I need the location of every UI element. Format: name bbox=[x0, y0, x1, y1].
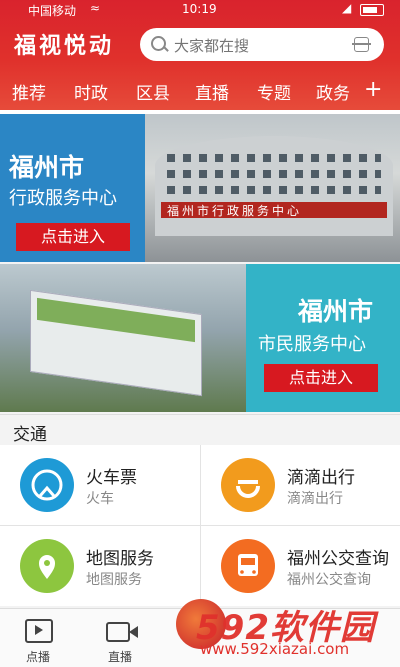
nav-label: 直播 bbox=[107, 650, 132, 664]
search-input[interactable] bbox=[172, 35, 346, 57]
service-didi[interactable]: 滴滴出行 滴滴出行 bbox=[201, 445, 400, 525]
add-channel-icon[interactable]: + bbox=[364, 77, 382, 102]
enter-button[interactable]: 点击进入 bbox=[16, 223, 130, 251]
tab-recommend[interactable]: 推荐 bbox=[12, 79, 46, 104]
tab-topics[interactable]: 专题 bbox=[257, 79, 291, 104]
section-header: 交通 bbox=[0, 414, 400, 445]
status-bar: 中国移动 ≈ 10:19 ◢ bbox=[0, 0, 400, 20]
service-title: 福州公交查询 bbox=[287, 549, 389, 569]
admin-center-photo: 福州市行政服务中心 bbox=[145, 114, 400, 262]
nav-live[interactable]: 直播 bbox=[90, 609, 150, 667]
video-camera-icon bbox=[106, 622, 138, 642]
wifi-icon: ≈ bbox=[90, 1, 101, 15]
service-subtitle: 地图服务 bbox=[86, 572, 142, 588]
banner-citizen-center[interactable]: 福州市 市民服务中心 点击进入 bbox=[0, 264, 400, 412]
service-subtitle: 福州公交查询 bbox=[287, 572, 371, 588]
search-bar[interactable] bbox=[140, 28, 384, 61]
tab-politics[interactable]: 时政 bbox=[74, 79, 108, 104]
service-train[interactable]: 火车票 火车 bbox=[0, 445, 199, 525]
service-subtitle: 滴滴出行 bbox=[287, 491, 343, 507]
tab-government[interactable]: 政务 bbox=[316, 79, 350, 104]
tab-districts[interactable]: 区县 bbox=[136, 79, 170, 104]
banner-admin-center[interactable]: 福州市 行政服务中心 点击进入 福州市行政服务中心 bbox=[0, 110, 400, 262]
grid-divider bbox=[200, 445, 201, 607]
banner-subtitle: 行政服务中心 bbox=[9, 188, 117, 209]
search-icon bbox=[151, 36, 166, 51]
nav-vod[interactable]: 点播 bbox=[8, 609, 68, 667]
app-logo: 福视悦动 bbox=[14, 33, 115, 59]
scan-icon[interactable] bbox=[352, 37, 371, 52]
banner-title: 福州市 bbox=[298, 297, 374, 326]
service-map[interactable]: 地图服务 地图服务 bbox=[0, 526, 199, 606]
section-title: 交通 bbox=[13, 425, 47, 445]
battery-icon bbox=[360, 4, 384, 16]
nav-label: 点播 bbox=[25, 650, 50, 664]
banner-subtitle: 市民服务中心 bbox=[258, 334, 366, 355]
service-title: 火车票 bbox=[86, 468, 137, 488]
banner-admin-panel: 福州市 行政服务中心 点击进入 bbox=[0, 114, 145, 262]
watermark-url: www.592xiazai.com bbox=[200, 640, 350, 658]
grid-divider bbox=[0, 525, 400, 526]
service-title: 地图服务 bbox=[86, 549, 154, 569]
building-illustration: 福州市行政服务中心 bbox=[155, 136, 393, 236]
train-icon bbox=[20, 458, 74, 512]
channel-tabs: 推荐 时政 区县 直播 专题 政务 + bbox=[0, 75, 400, 109]
service-subtitle: 火车 bbox=[86, 491, 114, 507]
service-title: 滴滴出行 bbox=[287, 468, 355, 488]
tv-icon bbox=[25, 619, 53, 643]
app-header: 中国移动 ≈ 10:19 ◢ 福视悦动 推荐 时政 区县 直播 专题 政务 + bbox=[0, 0, 400, 110]
bus-icon bbox=[221, 539, 275, 593]
building-sign: 福州市行政服务中心 bbox=[167, 204, 303, 218]
carrier-label: 中国移动 bbox=[28, 4, 77, 18]
signal-icon: ◢ bbox=[342, 1, 352, 15]
tab-live[interactable]: 直播 bbox=[195, 79, 229, 104]
map-pin-icon bbox=[20, 539, 74, 593]
banner-citizen-panel: 福州市 市民服务中心 点击进入 bbox=[246, 264, 400, 412]
didi-icon bbox=[221, 458, 275, 512]
building-illustration bbox=[30, 289, 202, 397]
banner-title: 福州市 bbox=[9, 153, 85, 182]
enter-button[interactable]: 点击进入 bbox=[264, 364, 378, 392]
citizen-center-photo bbox=[0, 264, 246, 412]
clock: 10:19 bbox=[182, 2, 217, 16]
service-bus[interactable]: 福州公交查询 福州公交查询 bbox=[201, 526, 400, 606]
